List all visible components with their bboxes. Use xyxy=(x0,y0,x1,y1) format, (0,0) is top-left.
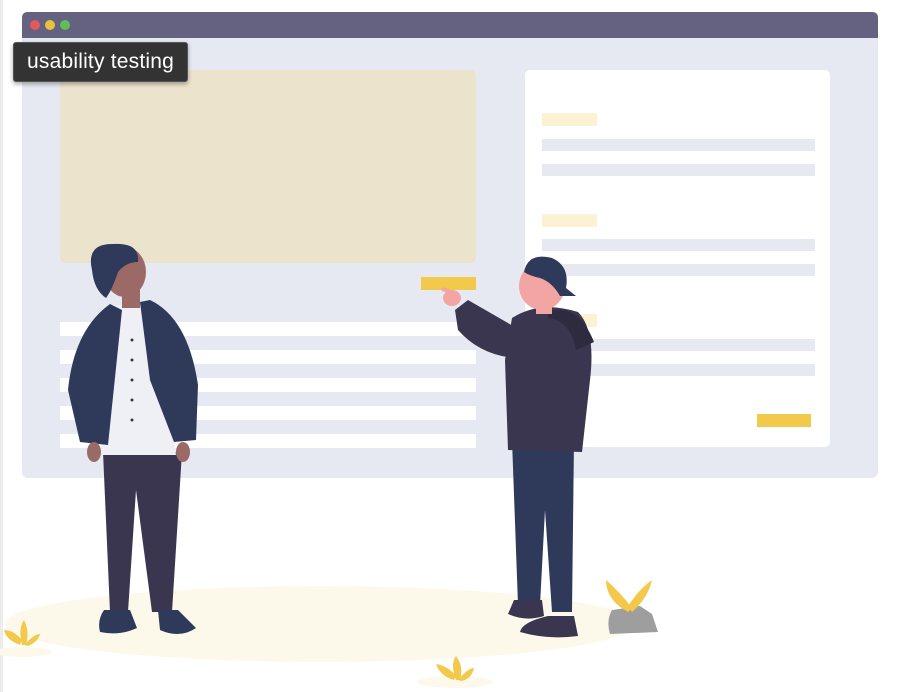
usability-testing-illustration xyxy=(0,12,878,688)
hero-image-placeholder xyxy=(60,70,476,263)
person-pointing-shoe-back xyxy=(508,600,544,619)
plant-leaf xyxy=(606,580,632,612)
tooltip-label: usability testing xyxy=(13,42,188,82)
window-close-dot-icon[interactable] xyxy=(30,20,40,30)
person-standing-hand-left xyxy=(87,442,101,462)
form-field[interactable] xyxy=(542,139,815,151)
person-standing-hand-right xyxy=(176,442,190,462)
window-maximize-dot-icon[interactable] xyxy=(60,20,70,30)
form-field[interactable] xyxy=(542,239,815,251)
person-pointing-legs xyxy=(512,440,574,612)
form-section-heading xyxy=(542,113,597,126)
hero-action-button[interactable] xyxy=(421,277,476,290)
browser-title-bar xyxy=(22,12,878,38)
form-section-heading xyxy=(542,214,597,227)
form-submit-button[interactable] xyxy=(757,414,811,427)
ground-shadow-small-left xyxy=(0,647,52,657)
rock-with-plant xyxy=(606,580,658,634)
form-field[interactable] xyxy=(542,164,815,176)
person-standing-legs xyxy=(103,452,182,612)
window-minimize-dot-icon[interactable] xyxy=(45,20,55,30)
form-field[interactable] xyxy=(542,264,815,276)
person-standing-shoe-left xyxy=(99,610,137,634)
